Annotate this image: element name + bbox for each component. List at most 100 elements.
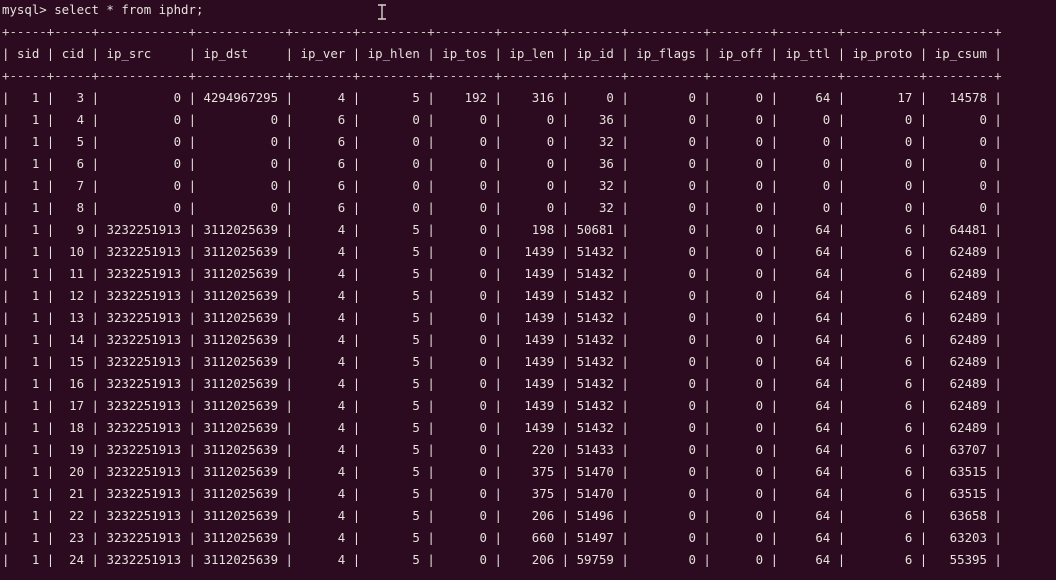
table-cell: 6 bbox=[904, 376, 913, 391]
table-cell: 0 bbox=[173, 112, 182, 127]
table-cell: 0 bbox=[479, 464, 488, 479]
table-cell: 5 bbox=[412, 332, 420, 347]
table-cell: 55395 bbox=[949, 552, 987, 567]
table-cell: 0 bbox=[688, 354, 696, 369]
table-separator: +-----+-----+------------+------------+-… bbox=[2, 68, 1002, 83]
table-row: | 1 | 10 | 3232251913 | 3112025639 | 4 |… bbox=[2, 244, 1002, 259]
table-row: | 1 | 17 | 3232251913 | 3112025639 | 4 |… bbox=[2, 398, 1002, 413]
table-row: | 1 | 14 | 3232251913 | 3112025639 | 4 |… bbox=[2, 332, 1002, 347]
table-cell: 6 bbox=[904, 530, 913, 545]
table-cell: 0 bbox=[755, 486, 764, 501]
table-cell: 51432 bbox=[576, 288, 614, 303]
table-cell: 0 bbox=[173, 134, 182, 149]
table-cell: 3232251913 bbox=[106, 420, 182, 435]
table-cell: 3232251913 bbox=[106, 530, 182, 545]
table-cell: 51432 bbox=[576, 420, 614, 435]
table-cell: 1 bbox=[31, 332, 40, 347]
table-cell: 15 bbox=[69, 354, 85, 369]
table-cell: 4 bbox=[76, 112, 85, 127]
table-cell: 64 bbox=[815, 530, 831, 545]
table-cell: 0 bbox=[688, 112, 696, 127]
table-cell: 5 bbox=[412, 398, 420, 413]
table-row: | 1 | 4 | 0 | 0 | 6 | 0 | 0 | 0 | 36 | 0… bbox=[2, 112, 1002, 127]
table-cell: 8 bbox=[76, 200, 85, 215]
column-header: ip_ttl bbox=[785, 46, 831, 61]
table-cell: 20 bbox=[69, 464, 85, 479]
column-header: ip_ver bbox=[300, 46, 346, 61]
table-cell: 19 bbox=[69, 442, 85, 457]
table-cell: 0 bbox=[688, 90, 696, 105]
table-cell: 62489 bbox=[949, 420, 987, 435]
table-cell: 3112025639 bbox=[203, 310, 279, 325]
table-cell: 3112025639 bbox=[203, 552, 279, 567]
table-cell: 0 bbox=[546, 134, 555, 149]
table-cell: 0 bbox=[479, 200, 488, 215]
table-cell: 0 bbox=[688, 156, 696, 171]
table-cell: 0 bbox=[755, 376, 764, 391]
table-cell: 1 bbox=[31, 244, 40, 259]
table-cell: 0 bbox=[904, 112, 913, 127]
table-cell: 51432 bbox=[576, 376, 614, 391]
table-cell: 0 bbox=[688, 134, 696, 149]
table-row: | 1 | 15 | 3232251913 | 3112025639 | 4 |… bbox=[2, 354, 1002, 369]
table-cell: 4 bbox=[337, 420, 346, 435]
table-cell: 5 bbox=[412, 288, 420, 303]
table-cell: 1 bbox=[31, 310, 40, 325]
table-cell: 0 bbox=[688, 266, 696, 281]
command-line[interactable]: mysql> select * from iphdr; bbox=[2, 0, 203, 21]
table-cell: 5 bbox=[412, 420, 420, 435]
table-cell: 0 bbox=[822, 178, 831, 193]
table-cell: 32 bbox=[598, 134, 614, 149]
table-cell: 1439 bbox=[524, 288, 555, 303]
table-cell: 0 bbox=[979, 112, 987, 127]
table-cell: 51470 bbox=[576, 464, 614, 479]
table-cell: 4 bbox=[337, 244, 346, 259]
table-cell: 1 bbox=[31, 134, 40, 149]
table-cell: 6 bbox=[337, 134, 346, 149]
table-cell: 1 bbox=[31, 508, 40, 523]
table-cell: 3 bbox=[76, 90, 85, 105]
table-cell: 5 bbox=[412, 464, 420, 479]
table-cell: 63515 bbox=[949, 464, 987, 479]
table-cell: 6 bbox=[904, 244, 913, 259]
table-cell: 64 bbox=[815, 332, 831, 347]
table-cell: 51432 bbox=[576, 266, 614, 281]
table-cell: 5 bbox=[412, 442, 420, 457]
column-header: ip_tos bbox=[442, 46, 488, 61]
table-cell: 4 bbox=[337, 310, 346, 325]
table-cell: 5 bbox=[76, 134, 85, 149]
table-cell: 0 bbox=[479, 178, 488, 193]
table-cell: 0 bbox=[479, 354, 488, 369]
table-cell: 4 bbox=[337, 508, 346, 523]
table-cell: 0 bbox=[755, 530, 764, 545]
table-cell: 64 bbox=[815, 244, 831, 259]
table-cell: 4 bbox=[337, 222, 346, 237]
table-cell: 0 bbox=[270, 112, 279, 127]
table-cell: 64 bbox=[815, 90, 831, 105]
table-cell: 1 bbox=[31, 530, 40, 545]
table-cell: 1 bbox=[31, 112, 40, 127]
table-cell: 0 bbox=[688, 310, 696, 325]
table-cell: 0 bbox=[412, 156, 420, 171]
table-cell: 1 bbox=[31, 288, 40, 303]
table-cell: 0 bbox=[755, 442, 764, 457]
table-cell: 0 bbox=[822, 134, 831, 149]
table-cell: 62489 bbox=[949, 354, 987, 369]
terminal-window[interactable]: mysql> select * from iphdr; +-----+-----… bbox=[0, 0, 1056, 580]
column-header: ip_csum bbox=[934, 46, 987, 61]
table-cell: 5 bbox=[412, 90, 420, 105]
table-cell: 64 bbox=[815, 398, 831, 413]
table-cell: 6 bbox=[904, 486, 913, 501]
table-cell: 0 bbox=[479, 310, 488, 325]
column-header: ip_dst bbox=[203, 46, 249, 61]
table-cell: 3232251913 bbox=[106, 376, 182, 391]
table-cell: 64 bbox=[815, 288, 831, 303]
table-cell: 0 bbox=[822, 156, 831, 171]
table-cell: 0 bbox=[479, 530, 488, 545]
column-header: ip_src bbox=[106, 46, 152, 61]
table-cell: 51432 bbox=[576, 332, 614, 347]
table-cell: 0 bbox=[270, 178, 279, 193]
table-cell: 6 bbox=[904, 332, 913, 347]
table-cell: 0 bbox=[688, 442, 696, 457]
table-cell: 5 bbox=[412, 222, 420, 237]
